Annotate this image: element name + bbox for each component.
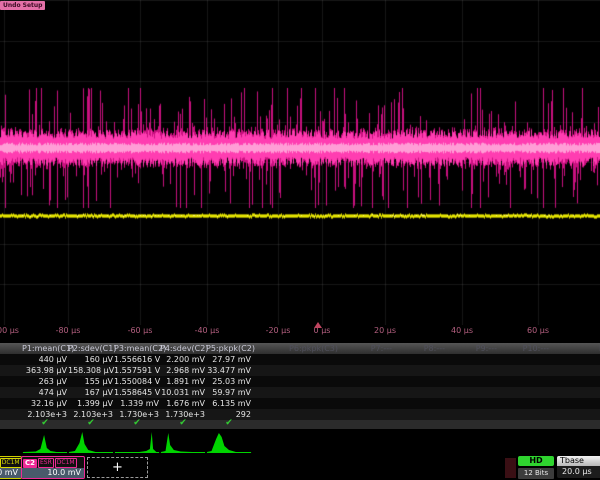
measure-value: 440 µV — [22, 355, 67, 365]
coupling-tag: DC1M — [0, 458, 22, 468]
measure-value: 1.399 µV — [68, 399, 113, 409]
measure-column-header-inactive[interactable]: P6:pkpk(C3) — [288, 344, 338, 354]
measure-value: 6.135 mV — [206, 399, 251, 409]
status-check-icon: ✔ — [133, 418, 141, 429]
measure-column-header-inactive[interactable]: P11 — [564, 344, 600, 354]
measure-column-header[interactable]: P4:sdev(C2) — [160, 344, 205, 354]
time-tick-label: -20 µs — [266, 326, 291, 335]
waveform-grid[interactable] — [0, 0, 600, 325]
trigger-position-icon[interactable] — [314, 322, 322, 328]
timebase-value: 20.0 µs — [557, 466, 600, 477]
measure-value: 1.550084 V — [114, 377, 159, 387]
c2-label: C2 — [23, 459, 37, 468]
status-check-icon: ✔ — [179, 418, 187, 429]
measure-value: 59.97 mV — [206, 388, 251, 398]
time-tick-label: -60 µs — [128, 326, 153, 335]
measure-value: 2.968 mV — [160, 366, 205, 376]
measure-row-mean: 363.98 µV158.308 µV1.557591 V2.968 mV33.… — [0, 365, 600, 376]
timebase-label: Tbase — [557, 456, 600, 466]
c1-vdiv-value: 50.0 mV — [0, 468, 21, 478]
measure-value: 1.558645 V — [114, 388, 159, 398]
time-tick-label: 60 µs — [527, 326, 549, 335]
hd-mode-badge[interactable]: HD — [518, 456, 554, 466]
measure-value: 263 µV — [22, 377, 67, 387]
histicon-thumbnail[interactable] — [114, 429, 160, 455]
measure-value: 10.031 mV — [160, 388, 205, 398]
coupling-tag: ESR — [38, 458, 54, 468]
measure-row-max: 474 µV167 µV1.558645 V10.031 mV59.97 mV — [0, 387, 600, 398]
measure-value: 1.556616 V — [114, 355, 159, 365]
measure-value: 1.339 mV — [114, 399, 159, 409]
measure-column-header-inactive[interactable]: P8:--- — [395, 344, 445, 354]
histicon-thumbnail[interactable] — [68, 429, 114, 455]
coupling-tag: DC1M — [55, 458, 77, 468]
measure-column-header[interactable]: P5:pkpk(C2) — [206, 344, 251, 354]
measure-value: 33.477 mV — [206, 366, 251, 376]
measure-value: 474 µV — [22, 388, 67, 398]
channel-c2-descriptor[interactable]: C2 ESRDC1M 10.0 mV — [21, 456, 85, 479]
time-tick-label: -80 µs — [56, 326, 81, 335]
measure-column-header-inactive[interactable]: P7:--- — [342, 344, 392, 354]
time-tick-label: 20 µs — [374, 326, 396, 335]
measure-column-header-inactive[interactable]: P9:--- — [447, 344, 497, 354]
measure-value: 160 µV — [68, 355, 113, 365]
timebase-descriptor[interactable]: Tbase 20.0 µs — [557, 456, 600, 478]
undo-setup-button[interactable]: Undo Setup — [0, 1, 45, 10]
measure-value: 167 µV — [68, 388, 113, 398]
histicon-thumbnail[interactable] — [160, 429, 206, 455]
measure-row-value: 440 µV160 µV1.556616 V2.200 mV27.97 mV — [0, 354, 600, 365]
histicon-thumbnail[interactable] — [206, 429, 252, 455]
c2-vdiv-value: 10.0 mV — [22, 468, 84, 478]
histicon-strip — [0, 429, 600, 455]
measure-value: 25.03 mV — [206, 377, 251, 387]
measurement-header-row: P1:mean(C1)P2:sdev(C1)P3:mean(C2)P4:sdev… — [0, 343, 600, 354]
time-tick-label: -100 µs — [0, 326, 19, 335]
status-check-icon: ✔ — [41, 418, 49, 429]
hd-bits-label: 12 Bits — [518, 468, 554, 479]
measure-value: 155 µV — [68, 377, 113, 387]
measure-value: 32.16 µV — [22, 399, 67, 409]
time-tick-label: -40 µs — [195, 326, 220, 335]
channel-c1-descriptor[interactable]: C1 ESRDC1M 50.0 mV — [0, 456, 22, 479]
measure-value: 1.676 mV — [160, 399, 205, 409]
oscilloscope-screen: Undo Setup -100 µs -80 µs -60 µs -40 µs -20 … — [0, 0, 600, 480]
status-check-icon: ✔ — [87, 418, 95, 429]
measure-column-header[interactable]: P2:sdev(C1) — [68, 344, 113, 354]
measure-column-header-inactive[interactable]: P10:--- — [499, 344, 549, 354]
measure-value: 1.557591 V — [114, 366, 159, 376]
time-tick-label: 40 µs — [451, 326, 473, 335]
add-trace-button[interactable]: + — [87, 457, 148, 478]
descriptor-bar: C1 ESRDC1M 50.0 mV C2 ESRDC1M 10.0 mV + … — [0, 455, 600, 480]
measure-value: 158.308 µV — [68, 366, 113, 376]
measure-row-sdev: 32.16 µV1.399 µV1.339 mV1.676 mV6.135 mV — [0, 398, 600, 409]
histicon-thumbnail[interactable] — [22, 429, 68, 455]
measure-value: 27.97 mV — [206, 355, 251, 365]
measure-value: 1.891 mV — [160, 377, 205, 387]
measure-value: 363.98 µV — [22, 366, 67, 376]
status-check-icon: ✔ — [225, 418, 233, 429]
descriptor-edge-sliver — [505, 458, 516, 478]
measure-row-min: 263 µV155 µV1.550084 V1.891 mV25.03 mV — [0, 376, 600, 387]
measure-value: 2.200 mV — [160, 355, 205, 365]
time-axis: -100 µs-80 µs-60 µs-40 µs-20 µs0 µs20 µs… — [0, 324, 600, 337]
measure-column-header[interactable]: P3:mean(C2) — [114, 344, 159, 354]
measurement-status-row: ✔ ✔ ✔ ✔ ✔ — [0, 420, 600, 429]
measure-column-header[interactable]: P1:mean(C1) — [22, 344, 67, 354]
